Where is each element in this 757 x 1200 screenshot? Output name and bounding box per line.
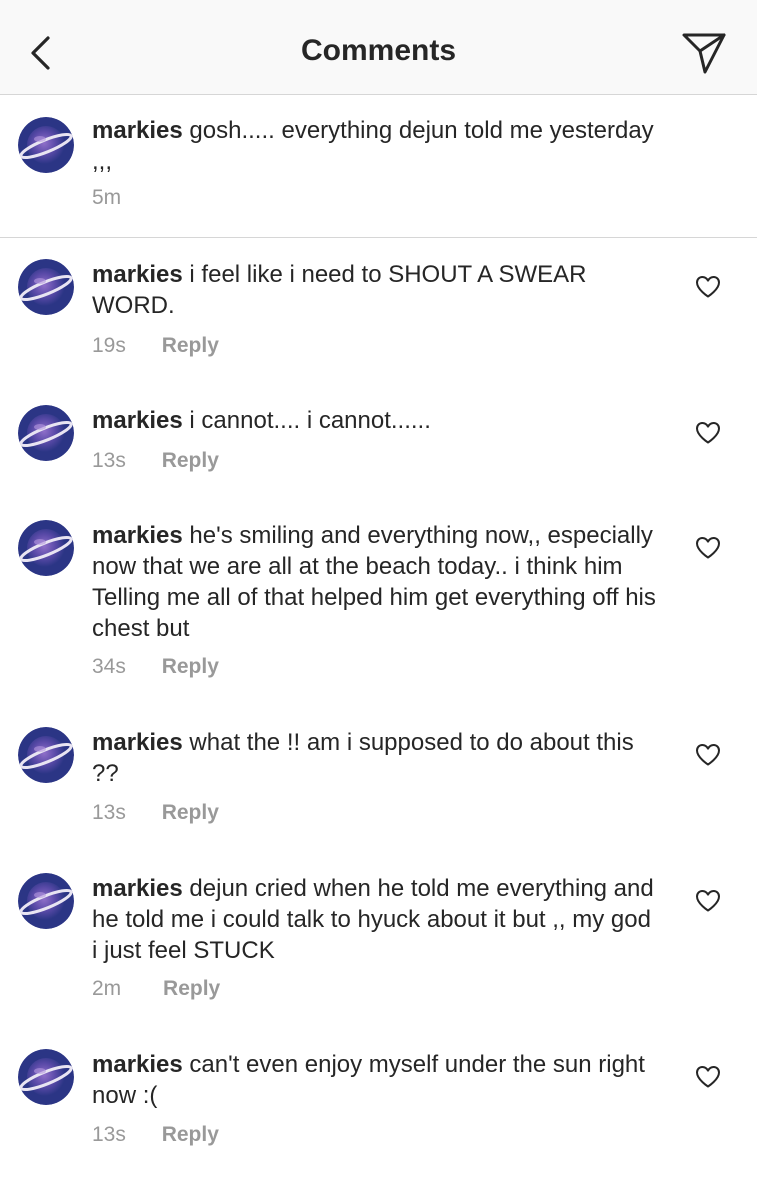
like-button[interactable]	[695, 1065, 721, 1089]
planet-avatar-icon	[18, 1049, 74, 1105]
avatar[interactable]	[18, 873, 74, 929]
comment-text: markies can't even enjoy myself under th…	[92, 1049, 662, 1111]
timestamp: 34s	[92, 655, 126, 678]
top-bar: Comments	[0, 0, 757, 95]
timestamp: 13s	[92, 801, 126, 824]
planet-avatar-icon	[18, 873, 74, 929]
comment-meta: 13s Reply	[92, 801, 219, 825]
comment-text: markies i cannot.... i cannot......	[92, 405, 662, 436]
like-button[interactable]	[695, 275, 721, 299]
timestamp: 13s	[92, 1123, 126, 1146]
comment-meta: 19s Reply	[92, 334, 219, 358]
avatar[interactable]	[18, 1049, 74, 1105]
username[interactable]: markies	[92, 522, 183, 549]
avatar[interactable]	[18, 117, 74, 173]
reply-button[interactable]: Reply	[162, 334, 219, 357]
avatar[interactable]	[18, 259, 74, 315]
share-button[interactable]	[678, 28, 730, 78]
heart-icon	[696, 537, 720, 559]
username[interactable]: markies	[92, 117, 183, 144]
caption-time: 5m	[92, 186, 121, 210]
planet-avatar-icon	[18, 259, 74, 315]
username[interactable]: markies	[92, 407, 183, 434]
heart-icon	[696, 890, 720, 912]
reply-button[interactable]: Reply	[162, 801, 219, 824]
username[interactable]: markies	[92, 261, 183, 288]
like-button[interactable]	[695, 743, 721, 767]
caption-text: markies gosh..... everything dejun told …	[92, 115, 662, 177]
comment-text: markies dejun cried when he told me ever…	[92, 873, 662, 966]
comment-text: markies what the !! am i supposed to do …	[92, 727, 662, 789]
comment-meta: 13s Reply	[92, 449, 219, 473]
comment-meta: 2m Reply	[92, 977, 220, 1001]
timestamp: 5m	[92, 186, 122, 209]
comment-meta: 13s Reply	[92, 1123, 219, 1147]
planet-avatar-icon	[18, 727, 74, 783]
comment-body: i cannot.... i cannot......	[189, 407, 431, 434]
username[interactable]: markies	[92, 729, 183, 756]
heart-icon	[696, 1066, 720, 1088]
avatar[interactable]	[18, 520, 74, 576]
reply-button[interactable]: Reply	[162, 655, 219, 678]
heart-icon	[696, 744, 720, 766]
heart-icon	[696, 422, 720, 444]
paper-plane-icon	[682, 33, 726, 74]
avatar[interactable]	[18, 405, 74, 461]
caption: markies gosh..... everything dejun told …	[0, 95, 757, 238]
timestamp: 2m	[92, 977, 122, 1000]
timestamp: 13s	[92, 449, 126, 472]
reply-button[interactable]: Reply	[162, 449, 219, 472]
like-button[interactable]	[695, 421, 721, 445]
comment-meta: 34s Reply	[92, 655, 219, 679]
avatar[interactable]	[18, 727, 74, 783]
username[interactable]: markies	[92, 1051, 183, 1078]
comment-text: markies i feel like i need to SHOUT A SW…	[92, 259, 662, 321]
like-button[interactable]	[695, 536, 721, 560]
username[interactable]: markies	[92, 875, 183, 902]
planet-avatar-icon	[18, 117, 74, 173]
planet-avatar-icon	[18, 405, 74, 461]
like-button[interactable]	[695, 889, 721, 913]
comment-text: markies he's smiling and everything now,…	[92, 520, 662, 644]
timestamp: 19s	[92, 334, 126, 357]
reply-button[interactable]: Reply	[162, 1123, 219, 1146]
reply-button[interactable]: Reply	[163, 977, 220, 1000]
planet-avatar-icon	[18, 520, 74, 576]
page-title: Comments	[300, 34, 457, 67]
heart-icon	[696, 276, 720, 298]
